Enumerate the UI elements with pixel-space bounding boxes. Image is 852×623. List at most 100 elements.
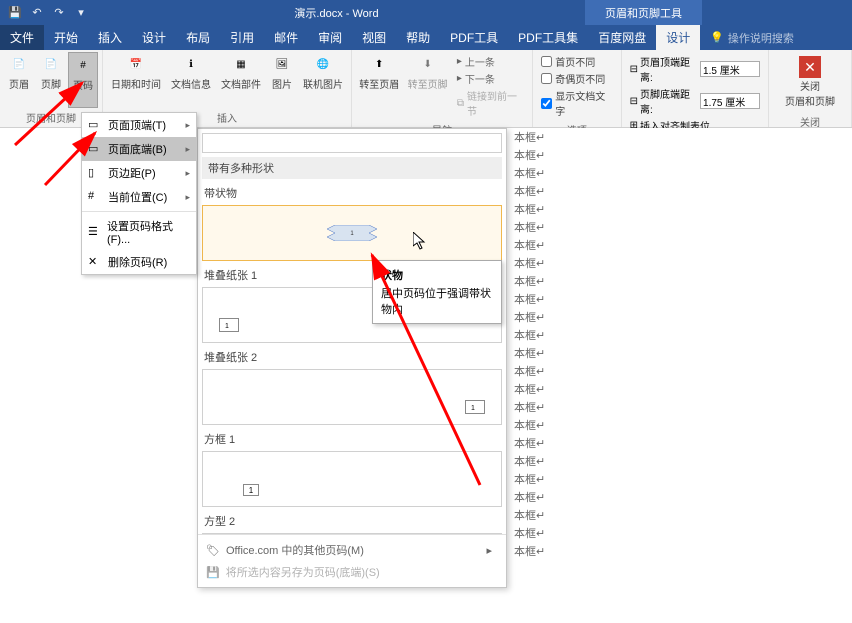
date-time-icon: 📅 <box>126 54 146 74</box>
diff-first-page-checkbox[interactable]: 首页不同 <box>541 54 612 69</box>
picture-icon: 🖼 <box>272 54 292 74</box>
gallery-tile-stacked2[interactable]: 1 <box>202 369 502 425</box>
page-top-icon: ▭ <box>88 118 102 132</box>
goto-header-button[interactable]: ⬆ 转至页眉 <box>356 52 402 120</box>
current-pos-icon: # <box>88 190 102 204</box>
gallery-office-more[interactable]: 🏷 Office.com 中的其他页码(M) ▸ <box>202 539 502 561</box>
page-number-icon: # <box>73 55 93 75</box>
gallery-category-shapes: 带有多种形状 <box>202 157 502 179</box>
online-picture-button[interactable]: 🌐 联机图片 <box>299 52 347 108</box>
goto-header-icon: ⬆ <box>369 54 389 74</box>
page-margin-icon: ▯ <box>88 166 102 180</box>
page-bottom-icon: ▭ <box>88 142 102 156</box>
qat-dropdown-icon[interactable]: ▾ <box>74 6 88 20</box>
doc-parts-icon: ▦ <box>231 54 251 74</box>
tab-references[interactable]: 引用 <box>220 25 264 50</box>
tab-hf-design[interactable]: 设计 <box>656 25 700 50</box>
doc-text-line: 本框↵ <box>508 362 852 380</box>
doc-text-line: 本框↵ <box>508 542 852 560</box>
link-previous-button[interactable]: ⧉链接到前一节 <box>457 88 524 118</box>
format-icon: ☰ <box>88 225 101 239</box>
tab-home[interactable]: 开始 <box>44 25 88 50</box>
doc-text-line: 本框↵ <box>508 290 852 308</box>
titlebar: 💾 ↶ ↷ ▾ 演示.docx - Word 页眉和页脚工具 <box>0 0 852 25</box>
gallery-tile-banner[interactable]: 1 <box>202 205 502 261</box>
header-icon: 📄 <box>9 54 29 74</box>
doc-text-line: 本框↵ <box>508 236 852 254</box>
doc-text-line: 本框↵ <box>508 488 852 506</box>
gallery-item-label: 方型 2 <box>204 513 502 529</box>
doc-text-line: 本框↵ <box>508 452 852 470</box>
footer-distance-input[interactable] <box>700 93 760 109</box>
doc-text-line: 本框↵ <box>508 308 852 326</box>
tab-design[interactable]: 设计 <box>132 25 176 50</box>
remove-icon: ✕ <box>88 255 102 269</box>
date-time-button[interactable]: 📅 日期和时间 <box>107 52 165 108</box>
document-title: 演示.docx - Word <box>88 5 585 21</box>
cursor-icon <box>413 232 427 253</box>
gallery-save-selection[interactable]: 💾 将所选内容另存为页码(底端)(S) <box>202 561 502 583</box>
tab-mailings[interactable]: 邮件 <box>264 25 308 50</box>
tab-view[interactable]: 视图 <box>352 25 396 50</box>
gallery-item-label: 堆叠纸张 2 <box>204 349 502 365</box>
doc-text-line: 本框↵ <box>508 470 852 488</box>
next-section-button[interactable]: ▸下一条 <box>457 71 524 86</box>
doc-text-line: 本框↵ <box>508 164 852 182</box>
picture-button[interactable]: 🖼 图片 <box>267 52 297 108</box>
doc-text-line: 本框↵ <box>508 146 852 164</box>
tab-layout[interactable]: 布局 <box>176 25 220 50</box>
online-picture-icon: 🌐 <box>313 54 333 74</box>
footer-icon: 📄 <box>41 54 61 74</box>
page-number-gallery: 带有多种形状 带状物 1 堆叠纸张 1 1 堆叠纸张 2 1 方框 1 <box>197 128 507 588</box>
gallery-tile-box1[interactable]: 1 <box>202 451 502 507</box>
lightbulb-icon: 💡 <box>710 31 724 44</box>
undo-icon[interactable]: ↶ <box>30 6 44 20</box>
chevron-right-icon: ▸ <box>185 192 190 203</box>
chevron-right-icon: ▸ <box>185 144 190 155</box>
contextual-tool-tab: 页眉和页脚工具 <box>585 0 702 25</box>
header-button[interactable]: 📄 页眉 <box>4 52 34 108</box>
show-doc-text-checkbox[interactable]: 显示文档文字 <box>541 88 612 118</box>
close-icon: ✕ <box>799 56 821 78</box>
header-distance-input[interactable] <box>700 61 760 77</box>
document-area: 本框↵ 本框↵ 本框↵ 本框↵ 本框↵ 本框↵ 本框↵ 本框↵ 本框↵ 本框↵ … <box>508 128 852 623</box>
page-number-button[interactable]: # 页码 <box>68 52 98 108</box>
doc-text-line: 本框↵ <box>508 506 852 524</box>
tab-file[interactable]: 文件 <box>0 25 44 50</box>
diff-odd-even-checkbox[interactable]: 奇偶页不同 <box>541 71 612 86</box>
tab-pdf-tool-set[interactable]: PDF工具集 <box>508 25 588 50</box>
tell-me-search[interactable]: 💡 操作说明搜索 <box>710 30 794 46</box>
doc-parts-button[interactable]: ▦ 文档部件 <box>217 52 265 108</box>
dd-remove[interactable]: ✕ 删除页码(R) <box>82 250 196 274</box>
dd-current-position[interactable]: # 当前位置(C) ▸ <box>82 185 196 209</box>
tooltip: 状物 居中页码位于强调带状物内 <box>372 260 502 324</box>
tab-review[interactable]: 审阅 <box>308 25 352 50</box>
doc-info-button[interactable]: ℹ 文档信息 <box>167 52 215 108</box>
dd-format[interactable]: ☰ 设置页码格式(F)... <box>82 214 196 250</box>
tab-insert[interactable]: 插入 <box>88 25 132 50</box>
menubar: 文件 开始 插入 设计 布局 引用 邮件 审阅 视图 帮助 PDF工具 PDF工… <box>0 25 852 50</box>
gallery-item-label: 带状物 <box>204 185 502 201</box>
dd-page-top[interactable]: ▭ 页面顶端(T) ▸ <box>82 113 196 137</box>
doc-text-line: 本框↵ <box>508 182 852 200</box>
goto-footer-button[interactable]: ⬇ 转至页脚 <box>404 52 450 120</box>
dd-page-bottom[interactable]: ▭ 页面底端(B) ▸ <box>82 137 196 161</box>
redo-icon[interactable]: ↷ <box>52 6 66 20</box>
doc-text-line: 本框↵ <box>508 218 852 236</box>
tab-baidu[interactable]: 百度网盘 <box>588 25 656 50</box>
doc-text-line: 本框↵ <box>508 254 852 272</box>
prev-section-button[interactable]: ▸上一条 <box>457 54 524 69</box>
doc-text-line: 本框↵ <box>508 380 852 398</box>
footer-button[interactable]: 📄 页脚 <box>36 52 66 108</box>
tab-pdf-tool[interactable]: PDF工具 <box>440 25 508 50</box>
close-hf-button[interactable]: ✕ 关闭 页眉和页脚 <box>773 52 847 112</box>
tab-help[interactable]: 帮助 <box>396 25 440 50</box>
group-label-close: 关闭 <box>773 112 847 129</box>
save-icon[interactable]: 💾 <box>8 6 22 20</box>
gallery-item-label: 方框 1 <box>204 431 502 447</box>
office-icon: 🏷 <box>206 544 220 557</box>
dd-page-margin[interactable]: ▯ 页边距(P) ▸ <box>82 161 196 185</box>
doc-text-line: 本框↵ <box>508 416 852 434</box>
gallery-tile-box2[interactable] <box>202 533 502 534</box>
doc-text-line: 本框↵ <box>508 326 852 344</box>
